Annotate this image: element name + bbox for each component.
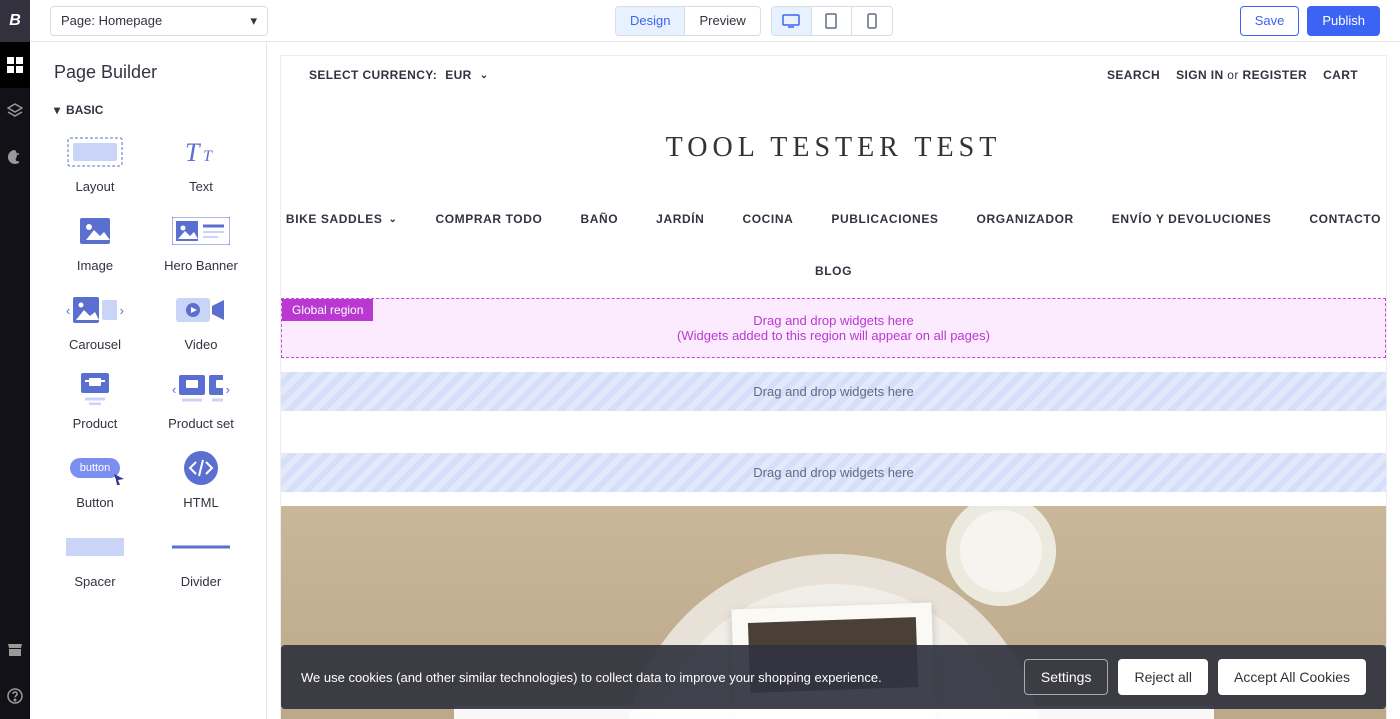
svg-text:T: T bbox=[203, 148, 213, 165]
global-region-tag: Global region bbox=[282, 299, 373, 321]
device-mobile-button[interactable] bbox=[852, 7, 892, 35]
panel-title: Page Builder bbox=[30, 62, 266, 97]
widget-divider[interactable]: Divider bbox=[152, 528, 250, 589]
nav-item-publicaciones[interactable]: PUBLICACIONES bbox=[831, 212, 938, 226]
mode-toggle-group: Design Preview bbox=[615, 6, 761, 36]
rail-layers-icon[interactable] bbox=[0, 88, 30, 134]
nav-item-comprar-todo[interactable]: COMPRAR TODO bbox=[435, 212, 542, 226]
nav-item-blog[interactable]: BLOG bbox=[815, 264, 852, 278]
widget-hero-banner[interactable]: Hero Banner bbox=[152, 212, 250, 273]
chevron-down-icon: ⌄ bbox=[388, 214, 397, 225]
device-tablet-button[interactable] bbox=[812, 7, 852, 35]
dropzone-2[interactable]: Drag and drop widgets here bbox=[281, 453, 1386, 492]
divider-icon bbox=[172, 528, 230, 566]
product-set-icon: ‹ › bbox=[172, 370, 230, 408]
image-icon bbox=[66, 212, 124, 250]
video-icon bbox=[172, 291, 230, 329]
site-utility-bar: SELECT CURRENCY: EUR ⌄ SEARCH SIGN IN or… bbox=[281, 56, 1386, 94]
product-icon bbox=[66, 370, 124, 408]
widget-carousel[interactable]: ‹ › Carousel bbox=[46, 291, 144, 352]
nav-signin-link[interactable]: SIGN IN bbox=[1176, 68, 1223, 82]
nav-item-cocina[interactable]: COCINA bbox=[742, 212, 793, 226]
widget-html[interactable]: HTML bbox=[152, 449, 250, 510]
site-title: TOOL TESTER TEST bbox=[281, 94, 1386, 198]
svg-text:T: T bbox=[185, 138, 201, 167]
chevron-down-icon: ⌄ bbox=[480, 70, 489, 81]
device-desktop-button[interactable] bbox=[772, 7, 812, 35]
hero-cup-graphic bbox=[946, 506, 1056, 606]
nav-item-jardin[interactable]: JARDÍN bbox=[656, 212, 704, 226]
layout-icon bbox=[66, 133, 124, 171]
widget-text[interactable]: TT Text bbox=[152, 133, 250, 194]
cookie-accept-button[interactable]: Accept All Cookies bbox=[1218, 659, 1366, 695]
cookie-settings-button[interactable]: Settings bbox=[1024, 659, 1109, 695]
widget-button[interactable]: button Button bbox=[46, 449, 144, 510]
nav-item-bike-saddles[interactable]: BIKE SADDLES⌄ bbox=[286, 212, 398, 226]
design-mode-button[interactable]: Design bbox=[616, 7, 685, 35]
cookie-banner: We use cookies (and other similar techno… bbox=[281, 645, 1386, 709]
nav-item-bano[interactable]: BAÑO bbox=[580, 212, 618, 226]
currency-selector[interactable]: SELECT CURRENCY: EUR ⌄ bbox=[309, 68, 489, 82]
carousel-icon: ‹ › bbox=[66, 291, 124, 329]
site-preview: SELECT CURRENCY: EUR ⌄ SEARCH SIGN IN or… bbox=[281, 56, 1386, 719]
widget-product-set[interactable]: ‹ › Product set bbox=[152, 370, 250, 431]
spacer-icon bbox=[66, 528, 124, 566]
widget-image[interactable]: Image bbox=[46, 212, 144, 273]
hero-banner-icon bbox=[172, 212, 230, 250]
chevron-down-icon: ▾ bbox=[250, 13, 257, 29]
cookie-message: We use cookies (and other similar techno… bbox=[301, 670, 1014, 685]
preview-mode-button[interactable]: Preview bbox=[685, 7, 759, 35]
nav-cart-link[interactable]: CART bbox=[1323, 68, 1358, 82]
button-icon: button bbox=[66, 449, 124, 487]
nav-item-envio[interactable]: ENVÍO Y DEVOLUCIONES bbox=[1112, 212, 1272, 226]
publish-button[interactable]: Publish bbox=[1307, 6, 1380, 36]
widgets-panel: Page Builder ▾ BASIC Layout TT bbox=[30, 42, 267, 719]
device-toggle-group bbox=[771, 6, 893, 36]
widget-spacer[interactable]: Spacer bbox=[46, 528, 144, 589]
chevron-down-icon: ▾ bbox=[54, 103, 60, 117]
nav-item-organizador[interactable]: ORGANIZADOR bbox=[977, 212, 1074, 226]
nav-item-contacto[interactable]: CONTACTO bbox=[1309, 212, 1381, 226]
dropzone-1[interactable]: Drag and drop widgets here bbox=[281, 372, 1386, 411]
widget-video[interactable]: Video bbox=[152, 291, 250, 352]
site-main-nav: BIKE SADDLES⌄ COMPRAR TODO BAÑO JARDÍN C… bbox=[281, 198, 1386, 298]
text-icon: TT bbox=[172, 133, 230, 171]
page-selector-label: Page: Homepage bbox=[61, 13, 162, 28]
widget-layout[interactable]: Layout bbox=[46, 133, 144, 194]
page-selector-dropdown[interactable]: Page: Homepage ▾ bbox=[50, 6, 268, 36]
html-icon bbox=[172, 449, 230, 487]
rail-help-icon[interactable] bbox=[0, 673, 30, 719]
canvas: SELECT CURRENCY: EUR ⌄ SEARCH SIGN IN or… bbox=[267, 42, 1400, 719]
brand-logo[interactable]: B bbox=[0, 0, 30, 42]
widget-product[interactable]: Product bbox=[46, 370, 144, 431]
cookie-reject-button[interactable]: Reject all bbox=[1118, 659, 1208, 695]
rail-store-icon[interactable] bbox=[0, 627, 30, 673]
left-rail: B bbox=[0, 0, 30, 719]
topbar: Page: Homepage ▾ Design Preview bbox=[30, 0, 1400, 42]
rail-theme-icon[interactable] bbox=[0, 134, 30, 180]
save-button[interactable]: Save bbox=[1240, 6, 1300, 36]
rail-widgets-icon[interactable] bbox=[0, 42, 30, 88]
widget-category-basic[interactable]: ▾ BASIC bbox=[30, 97, 266, 123]
nav-register-link[interactable]: REGISTER bbox=[1243, 68, 1308, 82]
nav-search-link[interactable]: SEARCH bbox=[1107, 68, 1160, 82]
global-region-dropzone[interactable]: Global region Drag and drop widgets here… bbox=[281, 298, 1386, 358]
